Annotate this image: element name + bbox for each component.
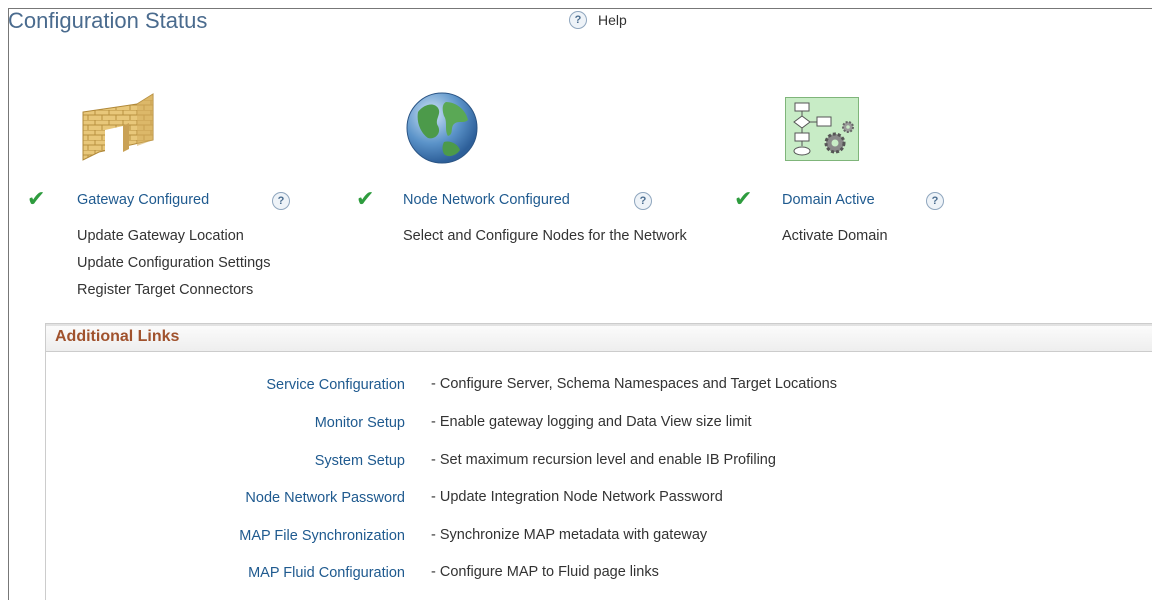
map-fluid-configuration-desc: - Configure MAP to Fluid page links [431,564,659,580]
node-network-check-icon: ✔ [356,186,375,211]
flowchart-gear-icon [785,97,859,161]
monitor-setup-link[interactable]: Monitor Setup [315,415,405,431]
register-target-connectors-link[interactable]: Register Target Connectors [77,282,253,298]
help-label: Help [598,12,627,28]
service-configuration-desc: - Configure Server, Schema Namespaces an… [431,376,837,392]
help-link[interactable]: ? Help [569,11,627,29]
activate-domain-link[interactable]: Activate Domain [782,228,888,244]
map-file-synchronization-desc: - Synchronize MAP metadata with gateway [431,527,708,543]
node-network-help-icon[interactable]: ? [634,192,652,210]
brick-wall-icon [82,93,154,161]
node-network-password-link[interactable]: Node Network Password [245,490,405,506]
domain-help-icon[interactable]: ? [926,192,944,210]
gateway-help-icon[interactable]: ? [272,192,290,210]
map-file-synchronization-link[interactable]: MAP File Synchronization [239,528,405,544]
node-network-password-desc: - Update Integration Node Network Passwo… [431,489,723,505]
additional-links-title: Additional Links [55,328,180,345]
gateway-check-icon: ✔ [27,186,46,211]
update-configuration-settings-link[interactable]: Update Configuration Settings [77,255,270,271]
globe-icon [406,92,478,164]
monitor-setup-desc: - Enable gateway logging and Data View s… [431,414,752,430]
help-icon: ? [569,11,587,29]
update-gateway-location-link[interactable]: Update Gateway Location [77,228,244,244]
select-configure-nodes-link[interactable]: Select and Configure Nodes for the Netwo… [403,228,687,244]
additional-links-panel: Additional Links Service Configuration -… [45,323,1152,600]
system-setup-link[interactable]: System Setup [315,453,405,469]
node-network-configured-link[interactable]: Node Network Configured [403,192,570,208]
page-title: Configuration Status [8,8,208,33]
additional-links-header [46,324,1152,352]
map-fluid-configuration-link[interactable]: MAP Fluid Configuration [248,565,405,581]
system-setup-desc: - Set maximum recursion level and enable… [431,452,776,468]
domain-active-link[interactable]: Domain Active [782,192,875,208]
gateway-configured-link[interactable]: Gateway Configured [77,192,209,208]
domain-check-icon: ✔ [734,186,753,211]
service-configuration-link[interactable]: Service Configuration [266,377,405,393]
